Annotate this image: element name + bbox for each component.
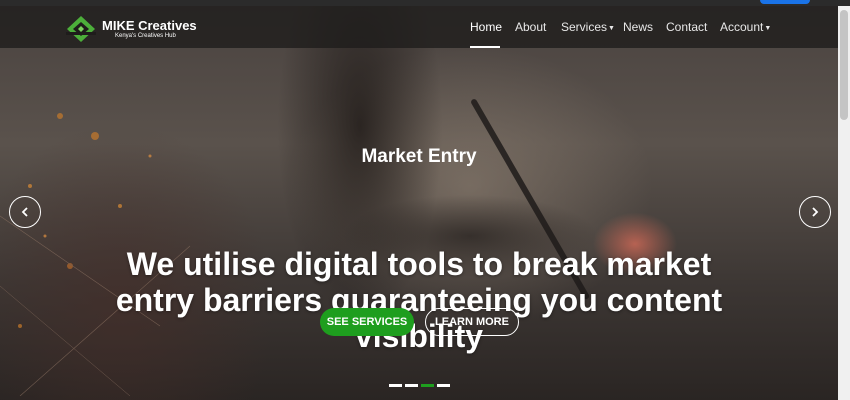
- slide-headline: We utilise digital tools to break market…: [115, 246, 723, 354]
- nav-item-news[interactable]: News: [623, 20, 653, 34]
- caret-down-icon: ▼: [764, 25, 772, 32]
- carousel-indicator-4[interactable]: [437, 384, 450, 387]
- nav-item-label: Home: [470, 20, 503, 34]
- nav-item-about[interactable]: About: [515, 20, 546, 34]
- carousel-next-button[interactable]: [799, 196, 831, 228]
- main-nav: Home About Services▼ News Contact Accoun…: [0, 6, 838, 48]
- learn-more-button[interactable]: LEARN MORE: [425, 308, 519, 336]
- nav-item-services[interactable]: Services▼: [561, 20, 615, 34]
- carousel-indicator-1[interactable]: [389, 384, 402, 387]
- carousel-indicator-2[interactable]: [405, 384, 418, 387]
- caret-down-icon: ▼: [608, 25, 615, 32]
- nav-item-label: About: [515, 20, 547, 34]
- nav-item-home[interactable]: Home: [470, 20, 502, 34]
- nav-item-label: News: [623, 20, 654, 34]
- nav-active-underline: [470, 46, 500, 48]
- see-services-button[interactable]: SEE SERVICES: [320, 308, 414, 336]
- nav-item-contact[interactable]: Contact: [666, 20, 707, 34]
- scrollbar-thumb[interactable]: [840, 10, 848, 120]
- hero-slide-background: Market Entry We utilise digital tools to…: [0, 6, 838, 400]
- carousel-indicators: [389, 384, 453, 388]
- navbar: MIKE Creatives Kenya's Creatives Hub Hom…: [0, 6, 838, 48]
- nav-item-label: Services: [561, 20, 608, 34]
- slide-subtitle: Market Entry: [361, 146, 477, 167]
- carousel-indicator-3[interactable]: [421, 384, 434, 387]
- browser-top-strip: [0, 0, 850, 6]
- chevron-left-icon: [21, 207, 28, 217]
- nav-item-account[interactable]: Account▼: [720, 20, 771, 34]
- carousel-prev-button[interactable]: [9, 196, 41, 228]
- nav-item-label: Contact: [666, 20, 708, 34]
- vertical-scrollbar[interactable]: [838, 6, 850, 400]
- nav-item-label: Account: [720, 20, 764, 34]
- browser-button[interactable]: [760, 0, 810, 4]
- chevron-right-icon: [812, 207, 819, 217]
